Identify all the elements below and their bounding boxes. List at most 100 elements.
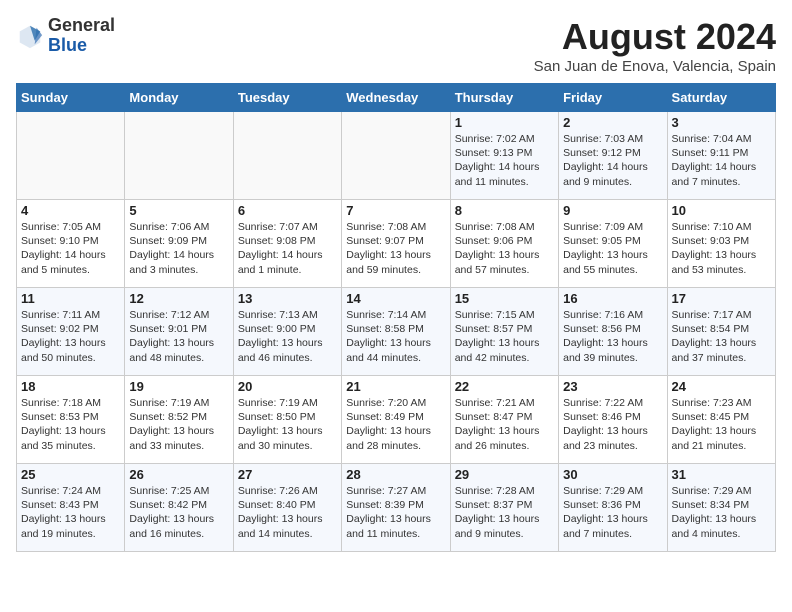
- day-header-sunday: Sunday: [17, 84, 125, 112]
- day-info: Sunrise: 7:23 AM Sunset: 8:45 PM Dayligh…: [672, 396, 771, 453]
- day-info: Sunrise: 7:20 AM Sunset: 8:49 PM Dayligh…: [346, 396, 445, 453]
- day-number: 18: [21, 379, 120, 394]
- day-info: Sunrise: 7:15 AM Sunset: 8:57 PM Dayligh…: [455, 308, 554, 365]
- day-number: 26: [129, 467, 228, 482]
- day-header-friday: Friday: [559, 84, 667, 112]
- day-info: Sunrise: 7:22 AM Sunset: 8:46 PM Dayligh…: [563, 396, 662, 453]
- day-info: Sunrise: 7:14 AM Sunset: 8:58 PM Dayligh…: [346, 308, 445, 365]
- calendar-cell: 21Sunrise: 7:20 AM Sunset: 8:49 PM Dayli…: [342, 376, 450, 464]
- calendar-cell: 20Sunrise: 7:19 AM Sunset: 8:50 PM Dayli…: [233, 376, 341, 464]
- calendar-cell: 3 Sunrise: 7:04 AM Sunset: 9:11 PM Daylig…: [667, 112, 775, 200]
- day-number: 27: [238, 467, 337, 482]
- day-info: Sunrise: 7:08 AM Sunset: 9:07 PM Dayligh…: [346, 220, 445, 277]
- day-number: 25: [21, 467, 120, 482]
- calendar-cell: 11 Sunrise: 7:11 AM Sunset: 9:02 PM Dayli…: [17, 288, 125, 376]
- calendar-cell: 26 Sunrise: 7:25 AM Sunset: 8:42 PM Dayli…: [125, 464, 233, 552]
- day-info: Sunrise: 7:29 AM Sunset: 8:34 PM Dayligh…: [672, 484, 771, 541]
- logo-general: General: [48, 16, 115, 36]
- day-info: Sunrise: 7:13 AM Sunset: 9:00 PM Dayligh…: [238, 308, 337, 365]
- calendar-cell: 1 Sunrise: 7:02 AM Sunset: 9:13 PM Daylig…: [450, 112, 558, 200]
- calendar-cell: 29 Sunrise: 7:28 AM Sunset: 8:37 PM Dayli…: [450, 464, 558, 552]
- calendar-table: SundayMondayTuesdayWednesdayThursdayFrid…: [16, 83, 776, 552]
- calendar-cell: 13Sunrise: 7:13 AM Sunset: 9:00 PM Dayli…: [233, 288, 341, 376]
- calendar-week-2: 4Sunrise: 7:05 AM Sunset: 9:10 PM Daylig…: [17, 200, 776, 288]
- day-number: 1: [455, 115, 554, 130]
- day-info: Sunrise: 7:12 AM Sunset: 9:01 PM Dayligh…: [129, 308, 228, 365]
- calendar-cell: 9 Sunrise: 7:09 AM Sunset: 9:05 PM Daylig…: [559, 200, 667, 288]
- calendar-cell: 7 Sunrise: 7:08 AM Sunset: 9:07 PM Daylig…: [342, 200, 450, 288]
- day-info: Sunrise: 7:27 AM Sunset: 8:39 PM Dayligh…: [346, 484, 445, 541]
- day-info: Sunrise: 7:02 AM Sunset: 9:13 PM Dayligh…: [455, 132, 554, 189]
- day-header-saturday: Saturday: [667, 84, 775, 112]
- day-header-monday: Monday: [125, 84, 233, 112]
- day-number: 5: [129, 203, 228, 218]
- calendar-cell: 12 Sunrise: 7:12 AM Sunset: 9:01 PM Dayli…: [125, 288, 233, 376]
- calendar-week-5: 25 Sunrise: 7:24 AM Sunset: 8:43 PM Dayli…: [17, 464, 776, 552]
- calendar-cell: 22 Sunrise: 7:21 AM Sunset: 8:47 PM Dayli…: [450, 376, 558, 464]
- day-info: Sunrise: 7:06 AM Sunset: 9:09 PM Dayligh…: [129, 220, 228, 277]
- day-number: 4: [21, 203, 120, 218]
- day-number: 29: [455, 467, 554, 482]
- day-info: Sunrise: 7:26 AM Sunset: 8:40 PM Dayligh…: [238, 484, 337, 541]
- day-number: 19: [129, 379, 228, 394]
- day-number: 24: [672, 379, 771, 394]
- day-info: Sunrise: 7:09 AM Sunset: 9:05 PM Dayligh…: [563, 220, 662, 277]
- calendar-cell: 5 Sunrise: 7:06 AM Sunset: 9:09 PM Daylig…: [125, 200, 233, 288]
- day-number: 30: [563, 467, 662, 482]
- calendar-cell: [125, 112, 233, 200]
- calendar-cell: 8 Sunrise: 7:08 AM Sunset: 9:06 PM Daylig…: [450, 200, 558, 288]
- title-block: August 2024 San Juan de Enova, Valencia,…: [534, 16, 776, 75]
- day-info: Sunrise: 7:29 AM Sunset: 8:36 PM Dayligh…: [563, 484, 662, 541]
- logo: General Blue: [16, 16, 115, 56]
- calendar-cell: 14 Sunrise: 7:14 AM Sunset: 8:58 PM Dayli…: [342, 288, 450, 376]
- day-number: 2: [563, 115, 662, 130]
- day-number: 17: [672, 291, 771, 306]
- day-number: 22: [455, 379, 554, 394]
- day-header-wednesday: Wednesday: [342, 84, 450, 112]
- day-number: 14: [346, 291, 445, 306]
- calendar-cell: [233, 112, 341, 200]
- header-row: SundayMondayTuesdayWednesdayThursdayFrid…: [17, 84, 776, 112]
- calendar-cell: 17 Sunrise: 7:17 AM Sunset: 8:54 PM Dayli…: [667, 288, 775, 376]
- logo-text: General Blue: [48, 16, 115, 56]
- calendar-cell: 31 Sunrise: 7:29 AM Sunset: 8:34 PM Dayli…: [667, 464, 775, 552]
- day-info: Sunrise: 7:07 AM Sunset: 9:08 PM Dayligh…: [238, 220, 337, 277]
- day-info: Sunrise: 7:17 AM Sunset: 8:54 PM Dayligh…: [672, 308, 771, 365]
- calendar-cell: 4Sunrise: 7:05 AM Sunset: 9:10 PM Daylig…: [17, 200, 125, 288]
- calendar-cell: 24 Sunrise: 7:23 AM Sunset: 8:45 PM Dayli…: [667, 376, 775, 464]
- day-number: 16: [563, 291, 662, 306]
- day-number: 3: [672, 115, 771, 130]
- day-header-thursday: Thursday: [450, 84, 558, 112]
- month-year: August 2024: [534, 16, 776, 58]
- day-number: 11: [21, 291, 120, 306]
- day-number: 31: [672, 467, 771, 482]
- day-number: 12: [129, 291, 228, 306]
- calendar-cell: 25 Sunrise: 7:24 AM Sunset: 8:43 PM Dayli…: [17, 464, 125, 552]
- calendar-week-3: 11 Sunrise: 7:11 AM Sunset: 9:02 PM Dayli…: [17, 288, 776, 376]
- day-info: Sunrise: 7:28 AM Sunset: 8:37 PM Dayligh…: [455, 484, 554, 541]
- calendar-cell: 6Sunrise: 7:07 AM Sunset: 9:08 PM Daylig…: [233, 200, 341, 288]
- day-info: Sunrise: 7:25 AM Sunset: 8:42 PM Dayligh…: [129, 484, 228, 541]
- day-info: Sunrise: 7:11 AM Sunset: 9:02 PM Dayligh…: [21, 308, 120, 365]
- day-number: 7: [346, 203, 445, 218]
- day-info: Sunrise: 7:04 AM Sunset: 9:11 PM Dayligh…: [672, 132, 771, 189]
- day-info: Sunrise: 7:18 AM Sunset: 8:53 PM Dayligh…: [21, 396, 120, 453]
- day-info: Sunrise: 7:24 AM Sunset: 8:43 PM Dayligh…: [21, 484, 120, 541]
- calendar-cell: [342, 112, 450, 200]
- page-header: General Blue August 2024 San Juan de Eno…: [16, 16, 776, 75]
- calendar-cell: 2Sunrise: 7:03 AM Sunset: 9:12 PM Daylig…: [559, 112, 667, 200]
- calendar-cell: 30 Sunrise: 7:29 AM Sunset: 8:36 PM Dayli…: [559, 464, 667, 552]
- calendar-cell: 23 Sunrise: 7:22 AM Sunset: 8:46 PM Dayli…: [559, 376, 667, 464]
- day-info: Sunrise: 7:19 AM Sunset: 8:52 PM Dayligh…: [129, 396, 228, 453]
- day-info: Sunrise: 7:08 AM Sunset: 9:06 PM Dayligh…: [455, 220, 554, 277]
- calendar-cell: 15Sunrise: 7:15 AM Sunset: 8:57 PM Dayli…: [450, 288, 558, 376]
- day-info: Sunrise: 7:21 AM Sunset: 8:47 PM Dayligh…: [455, 396, 554, 453]
- day-number: 23: [563, 379, 662, 394]
- calendar-cell: 18 Sunrise: 7:18 AM Sunset: 8:53 PM Dayli…: [17, 376, 125, 464]
- calendar-cell: 19 Sunrise: 7:19 AM Sunset: 8:52 PM Dayli…: [125, 376, 233, 464]
- calendar-cell: 10Sunrise: 7:10 AM Sunset: 9:03 PM Dayli…: [667, 200, 775, 288]
- day-number: 8: [455, 203, 554, 218]
- day-number: 9: [563, 203, 662, 218]
- day-info: Sunrise: 7:19 AM Sunset: 8:50 PM Dayligh…: [238, 396, 337, 453]
- day-number: 10: [672, 203, 771, 218]
